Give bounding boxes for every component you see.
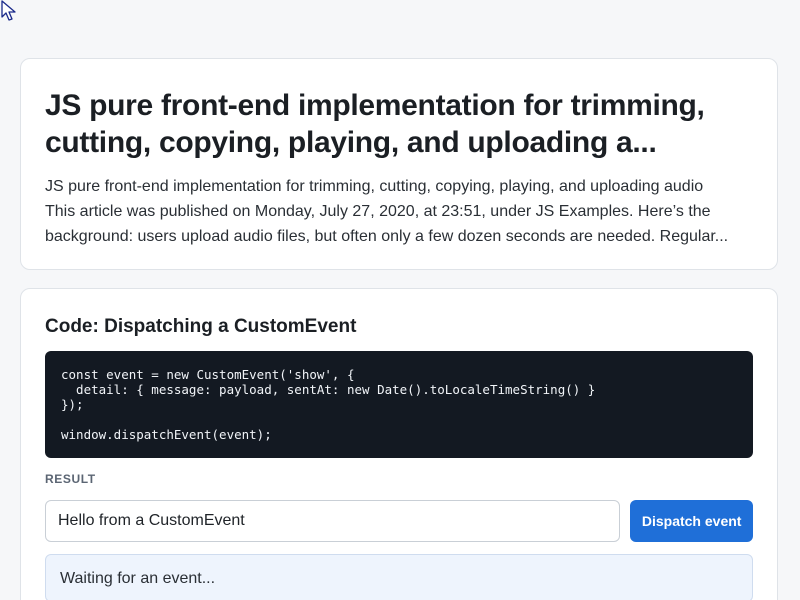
mouse-pointer-icon	[1, 0, 16, 21]
article-title-line: JS pure front-end implementation for tri…	[45, 89, 705, 122]
section-title: Code: Dispatching a CustomEvent	[45, 316, 357, 337]
code-line: const event = new CustomEvent('show', {	[61, 367, 355, 382]
article-excerpt-line: background: users upload audio files, bu…	[45, 228, 729, 245]
code-line: window.dispatchEvent(event);	[61, 427, 272, 442]
code-line: });	[61, 397, 84, 412]
article-excerpt-line: This article was published on Monday, Ju…	[45, 203, 711, 220]
result-label: RESULT	[45, 472, 96, 486]
article-title-line: cutting, copying, playing, and uploading…	[45, 126, 657, 159]
dispatch-controls: Dispatch event	[45, 500, 753, 542]
article-excerpt: JS pure front-end implementation for tri…	[45, 174, 753, 249]
article-excerpt-line: JS pure front-end implementation for tri…	[45, 178, 704, 195]
message-input[interactable]	[45, 500, 621, 542]
event-status-box: Waiting for an event...	[45, 554, 753, 600]
page: JS pure front-end implementation for tri…	[0, 0, 800, 600]
code-example-card: Code: Dispatching a CustomEvent const ev…	[20, 288, 778, 600]
dispatch-event-button[interactable]: Dispatch event	[630, 500, 753, 542]
event-status-text: Waiting for an event...	[60, 570, 216, 587]
article-title[interactable]: JS pure front-end implementation for tri…	[45, 87, 753, 161]
code-line: detail: { message: payload, sentAt: new …	[61, 382, 596, 397]
code-block: const event = new CustomEvent('show', { …	[45, 351, 753, 458]
article-card: JS pure front-end implementation for tri…	[20, 58, 778, 270]
